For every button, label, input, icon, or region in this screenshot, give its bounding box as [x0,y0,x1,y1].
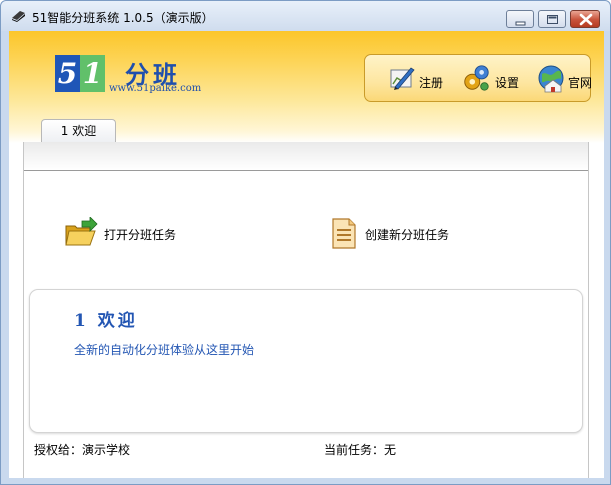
open-folder-icon [65,217,98,246]
register-label: 注册 [419,76,444,90]
document-icon [332,218,356,249]
maximize-button[interactable] [538,10,566,28]
welcome-panel: 1 欢迎 全新的自动化分班体验从这里开始 [29,289,583,433]
logo-mark: 5 1 [55,55,105,92]
logo-digit-five: 5 [55,55,80,92]
client-area: 5 1 分班 www.51paike.com 注册 设置 官网 1 欢迎 打开分… [9,31,604,478]
create-task-label: 创建新分班任务 [365,228,450,242]
settings-button[interactable]: 设置 [461,61,527,95]
current-task-status: 当前任务：无 [324,443,397,457]
close-button[interactable] [570,10,600,28]
logo-url: www.51paike.com [109,83,202,94]
content-header-bar [24,142,588,171]
tab-welcome[interactable]: 1 欢迎 [41,119,116,142]
register-icon [390,67,415,90]
gear-icon [464,65,489,91]
welcome-subtitle: 全新的自动化分班体验从这里开始 [74,343,255,357]
app-window: 51智能分班系统 1.0.5（演示版） 5 1 分班 www.51paike.c… [0,0,611,485]
open-task-label: 打开分班任务 [104,228,177,242]
header-banner: 5 1 分班 www.51paike.com 注册 设置 官网 1 欢迎 [9,31,604,143]
logo-digit-one: 1 [80,55,105,92]
settings-label: 设置 [495,76,520,90]
website-button[interactable]: 官网 [537,61,593,95]
register-button[interactable]: 注册 [387,61,449,95]
close-icon [579,13,593,26]
open-task-button[interactable]: 打开分班任务 [64,217,224,249]
minimize-icon [515,21,526,26]
welcome-title: 1 欢迎 [74,311,138,331]
window-title: 51智能分班系统 1.0.5（演示版） [32,11,214,25]
minimize-button[interactable] [506,10,534,28]
create-task-button[interactable]: 创建新分班任务 [328,217,488,249]
website-label: 官网 [568,76,593,90]
top-toolbar: 注册 设置 官网 [364,54,593,102]
maximize-icon [547,15,558,24]
globe-home-icon [538,65,564,93]
tab-content: 打开分班任务 创建新分班任务 1 欢迎 全新的自动化分班体验从这里开始 授权给：… [23,142,589,478]
app-icon [12,11,25,22]
title-bar[interactable]: 51智能分班系统 1.0.5（演示版） [1,1,610,31]
license-status: 授权给：演示学校 [34,443,131,457]
